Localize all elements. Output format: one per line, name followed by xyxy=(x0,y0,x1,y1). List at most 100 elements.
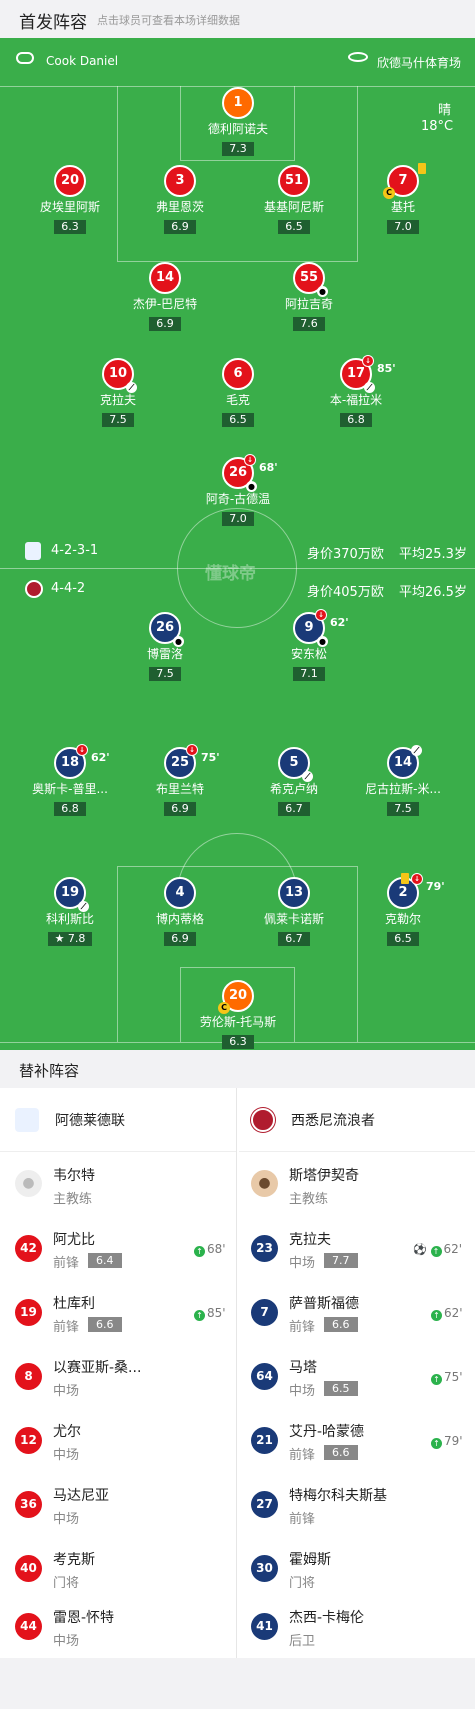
player-rating: 7.5 xyxy=(149,667,181,681)
player-number: 26 xyxy=(228,465,248,480)
sub-in: ↑ 85' xyxy=(194,1306,226,1321)
away-player-lb[interactable]: 19 ⟋ 科利斯比 ★ 7.8 xyxy=(10,877,130,946)
sub-in: ↑ 75' xyxy=(431,1370,463,1385)
coach-name: 斯塔伊契奇 xyxy=(289,1168,359,1184)
player-number: 64 xyxy=(251,1363,278,1390)
subs-panel: 阿德莱德联 ● 韦尔特 主教练 42 阿尤比 前锋 6.4 ↑ 68' 19 杜库… xyxy=(0,1088,475,1658)
player-rating: 7.5 xyxy=(387,802,419,816)
bench-player-row[interactable]: 27 特梅尔科夫斯基 前锋 xyxy=(239,1472,475,1536)
coach-avatar-icon: ● xyxy=(251,1170,278,1197)
home-formation: 4-2-3-1 xyxy=(51,543,99,558)
away-formation: 4-4-2 xyxy=(51,581,86,596)
bench-player-row[interactable]: 36 马达尼亚 中场 xyxy=(0,1472,236,1536)
home-player-lb[interactable]: 7 C 基托 7.0 xyxy=(343,163,463,234)
away-coach-row[interactable]: ● 斯塔伊契奇 主教练 xyxy=(239,1152,475,1216)
home-coach-row[interactable]: ● 韦尔特 主教练 xyxy=(0,1152,236,1216)
home-player-am2[interactable]: 6 毛克 6.5 xyxy=(178,358,298,427)
subs-title: 替补阵容 xyxy=(19,1062,80,1080)
sub-minute: 62' xyxy=(330,616,349,629)
sub-in-icon: ↑ xyxy=(431,1438,442,1449)
sub-out-icon: ↓ xyxy=(244,454,256,466)
bench-player-row[interactable]: 12 尤尔 中场 xyxy=(0,1408,236,1472)
home-avg-age: 平均25.3岁 xyxy=(399,547,467,562)
captain-icon: C xyxy=(383,187,395,199)
player-name: 博内蒂格 xyxy=(155,912,204,926)
player-name: 本-福拉米 xyxy=(329,393,383,407)
player-position: 前锋 xyxy=(289,1512,316,1527)
player-rating: 7.3 xyxy=(222,142,254,156)
bench-player-row[interactable]: 41 杰西-卡梅伦 后卫 xyxy=(239,1594,475,1658)
player-rating: 6.9 xyxy=(164,802,196,816)
player-rating: 6.5 xyxy=(278,220,310,234)
player-name: 霍姆斯 xyxy=(289,1552,331,1568)
player-name: 劳伦斯-托马斯 xyxy=(199,1015,277,1029)
home-value: 身价370万欧 xyxy=(307,547,384,562)
referee-name: Cook Daniel xyxy=(46,54,119,68)
assist-icon: ⟋ xyxy=(78,901,89,912)
home-player-am3[interactable]: 17 ↓ ⟋ 85' 本-福拉米 6.8 xyxy=(296,355,416,427)
player-number: 12 xyxy=(15,1427,42,1454)
bench-player-row[interactable]: 7 萨普斯福德 前锋 6.6 ↑ 62' xyxy=(239,1280,475,1344)
sub-in-icon: ↑ xyxy=(194,1246,205,1257)
player-name: 基托 xyxy=(390,200,415,214)
player-position: 中场 xyxy=(289,1256,316,1271)
home-player-dm1[interactable]: 14 杰伊-巴尼特 6.9 xyxy=(105,262,225,331)
player-number: 42 xyxy=(15,1235,42,1262)
away-player-cm1[interactable]: 25 ↓ 75' 布里兰特 6.9 xyxy=(120,744,240,816)
player-position: 中场 xyxy=(289,1384,316,1399)
home-player-cb1[interactable]: 3 弗里恩茨 6.9 xyxy=(120,165,240,234)
away-player-st1[interactable]: 26 ● 博雷洛 7.5 xyxy=(105,612,225,681)
bench-player-row[interactable]: 19 杜库利 前锋 6.6 ↑ 85' xyxy=(0,1280,236,1344)
player-number: 23 xyxy=(251,1235,278,1262)
away-player-lm[interactable]: 18 ↓ 62' 奥斯卡-普里... 6.8 xyxy=(10,744,130,816)
home-player-gk[interactable]: 1 德利阿诺夫 7.3 xyxy=(178,87,298,156)
bench-player-row[interactable]: 64 马塔 中场 6.5 ↑ 75' xyxy=(239,1344,475,1408)
away-player-cm2[interactable]: 5 ⟋ 希克卢纳 6.7 xyxy=(234,747,354,816)
sub-in-icon: ↑ xyxy=(194,1310,205,1321)
home-team-logo-icon xyxy=(25,542,41,560)
player-name: 杰伊-巴尼特 xyxy=(132,297,198,311)
player-name: 克拉夫 xyxy=(289,1232,331,1248)
player-position: 门将 xyxy=(53,1576,80,1591)
bench-player-row[interactable]: 44 雷恩-怀特 中场 xyxy=(0,1594,236,1658)
away-team-row[interactable]: 西悉尼流浪者 xyxy=(239,1088,475,1152)
player-number: 14 xyxy=(393,755,413,770)
home-team-row[interactable]: 阿德莱德联 xyxy=(0,1088,236,1152)
player-number: 21 xyxy=(251,1427,278,1454)
home-player-st[interactable]: 26 ↓ ● 68' 阿奇-古德温 7.0 xyxy=(178,454,298,526)
away-player-st2[interactable]: 9 ↓ ● 62' 安东松 7.1 xyxy=(249,609,369,681)
whistle-icon xyxy=(16,52,34,64)
bench-player-row[interactable]: 30 霍姆斯 门将 xyxy=(239,1536,475,1600)
home-player-cb2[interactable]: 51 基基阿尼斯 6.5 xyxy=(234,165,354,234)
player-rating: 6.3 xyxy=(54,220,86,234)
away-player-cb1[interactable]: 4 博内蒂格 6.9 xyxy=(120,877,240,946)
ball-icon: ● xyxy=(317,636,328,647)
away-player-cb2[interactable]: 13 佩莱卡诺斯 6.7 xyxy=(234,877,354,946)
home-player-rb[interactable]: 20 皮埃里阿斯 6.3 xyxy=(10,165,130,234)
player-number: 14 xyxy=(155,270,175,285)
player-name: 尤尔 xyxy=(53,1424,81,1440)
player-rating: 7.5 xyxy=(102,413,134,427)
player-number: 41 xyxy=(251,1613,278,1640)
player-name: 杰西-卡梅伦 xyxy=(289,1610,365,1626)
player-name: 克勒尔 xyxy=(384,912,421,926)
player-position: 中场 xyxy=(53,1384,80,1399)
away-player-gk[interactable]: 20 C 劳伦斯-托马斯 6.3 xyxy=(178,980,298,1049)
bench-player-row[interactable]: 23 克拉夫 中场 7.7 ⚽ ↑ 62' xyxy=(239,1216,475,1280)
player-position: 中场 xyxy=(53,1634,80,1649)
sub-minute: 62' xyxy=(91,751,110,764)
sub-out-icon: ↓ xyxy=(362,355,374,367)
home-player-am1[interactable]: 10 ⟋ 克拉夫 7.5 xyxy=(58,358,178,427)
assist-icon: ⟋ xyxy=(302,771,313,782)
away-player-rm[interactable]: 14 ⟋ 尼古拉斯-米... 7.5 xyxy=(343,745,463,816)
player-number: 44 xyxy=(15,1613,42,1640)
player-number: 6 xyxy=(233,366,243,381)
player-name: 科利斯比 xyxy=(45,912,94,926)
home-player-dm2[interactable]: 55 ● 阿拉吉奇 7.6 xyxy=(249,262,369,331)
bench-player-row[interactable]: 42 阿尤比 前锋 6.4 ↑ 68' xyxy=(0,1216,236,1280)
away-player-rb[interactable]: 2 ↓ 79' 克勒尔 6.5 xyxy=(343,873,463,946)
bench-player-row[interactable]: 8 以赛亚斯-桑... 中场 xyxy=(0,1344,236,1408)
bench-player-row[interactable]: 21 艾丹-哈蒙德 前锋 6.6 ↑ 79' xyxy=(239,1408,475,1472)
player-rating: 6.7 xyxy=(278,932,310,946)
bench-player-row[interactable]: 40 考克斯 门将 xyxy=(0,1536,236,1600)
